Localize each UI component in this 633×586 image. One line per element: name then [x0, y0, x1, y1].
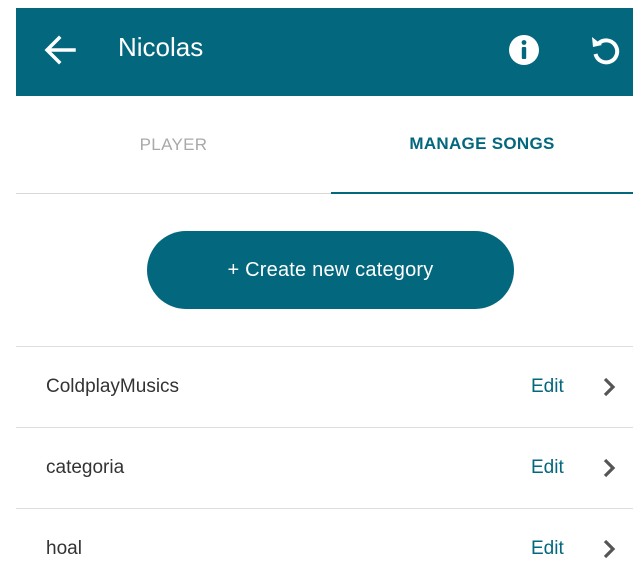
- tab-bar: PLAYER MANAGE SONGS: [16, 96, 633, 194]
- chevron-right-icon[interactable]: [596, 374, 622, 400]
- category-name: categoria: [46, 457, 125, 478]
- edit-link[interactable]: Edit: [531, 428, 564, 508]
- list-item[interactable]: ColdplayMusics Edit: [16, 346, 633, 427]
- chevron-right-icon[interactable]: [596, 455, 622, 481]
- category-name: hoal: [46, 538, 82, 559]
- edit-link[interactable]: Edit: [531, 347, 564, 427]
- tab-player[interactable]: PLAYER: [16, 96, 331, 194]
- screen: Nicolas PLAYER MANAGE SONGS + Create new…: [0, 0, 633, 586]
- info-icon: [509, 35, 539, 65]
- list-item[interactable]: categoria Edit: [16, 427, 633, 508]
- info-button[interactable]: [506, 32, 542, 68]
- refresh-button[interactable]: [586, 30, 626, 70]
- category-list: ColdplayMusics Edit categoria Edit hoal …: [16, 346, 633, 586]
- app-bar: Nicolas: [16, 8, 633, 96]
- list-item[interactable]: hoal Edit: [16, 508, 633, 586]
- arrow-left-icon: [44, 35, 76, 65]
- edit-link[interactable]: Edit: [531, 509, 564, 586]
- chevron-right-icon[interactable]: [596, 536, 622, 562]
- page-title: Nicolas: [118, 32, 204, 62]
- category-name: ColdplayMusics: [46, 376, 180, 397]
- back-button[interactable]: [40, 30, 80, 70]
- refresh-icon: [592, 37, 620, 65]
- tab-manage-songs[interactable]: MANAGE SONGS: [331, 96, 633, 194]
- create-category-button[interactable]: + Create new category: [147, 231, 514, 309]
